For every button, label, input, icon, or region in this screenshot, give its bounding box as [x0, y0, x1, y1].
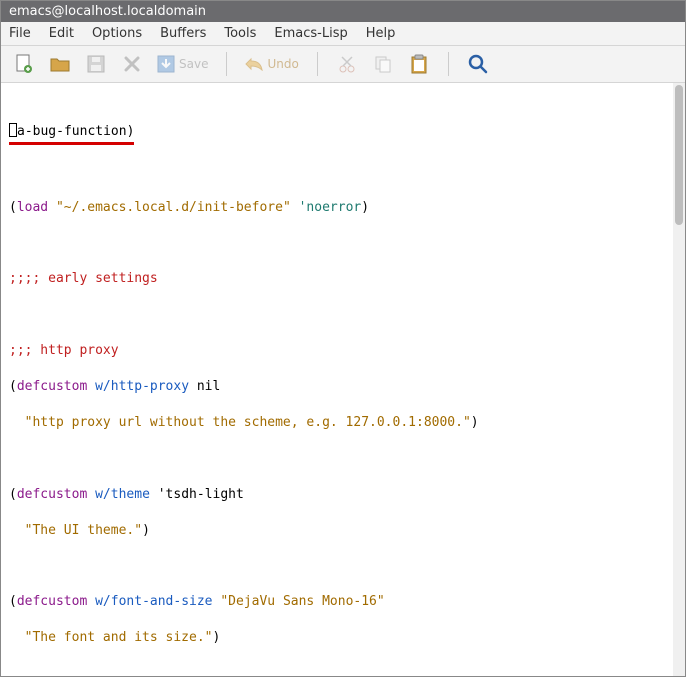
code-line: a-bug-function): [9, 123, 677, 145]
code-line: [9, 306, 677, 324]
code-line: (load "~/.emacs.local.d/init-before" 'no…: [9, 199, 677, 217]
undo-label: Undo: [267, 57, 298, 71]
code-line: "http proxy url without the scheme, e.g.…: [9, 414, 677, 432]
code-line: "The UI theme."): [9, 522, 677, 540]
copy-icon[interactable]: [372, 53, 394, 75]
code-line: [9, 557, 677, 575]
window-titlebar: emacs@localhost.localdomain: [1, 1, 685, 22]
code-line: [9, 235, 677, 253]
code-line: [9, 450, 677, 468]
cut-icon[interactable]: [336, 53, 358, 75]
new-file-icon[interactable]: [13, 53, 35, 75]
buffer-init-el[interactable]: a-bug-function) (load "~/.emacs.local.d/…: [1, 83, 685, 676]
save-button[interactable]: Save: [157, 53, 208, 75]
menu-edit[interactable]: Edit: [49, 26, 74, 41]
code-line: "The font and its size."): [9, 629, 677, 647]
menu-options[interactable]: Options: [92, 26, 142, 41]
window-title-text: emacs@localhost.localdomain: [9, 4, 206, 19]
paste-icon[interactable]: [408, 53, 430, 75]
toolbar-separator-2: [317, 52, 318, 76]
undo-button[interactable]: Undo: [245, 53, 298, 75]
code-line: ;;;; early settings: [9, 270, 677, 288]
code-line: (defcustom w/http-proxy nil: [9, 378, 677, 396]
menu-tools[interactable]: Tools: [224, 26, 256, 41]
code-line: [9, 163, 677, 181]
toolbar-separator: [226, 52, 227, 76]
menu-help[interactable]: Help: [366, 26, 396, 41]
toolbar-separator-3: [448, 52, 449, 76]
close-icon[interactable]: [121, 53, 143, 75]
code-line: (defcustom w/font-and-size "DejaVu Sans …: [9, 593, 677, 611]
save-label: Save: [179, 57, 208, 71]
scrollbar-upper[interactable]: [673, 83, 685, 676]
search-icon[interactable]: [467, 53, 489, 75]
menu-bar: File Edit Options Buffers Tools Emacs-Li…: [1, 22, 685, 46]
save-disk-icon[interactable]: [85, 53, 107, 75]
code-line: (defcustom w/theme 'tsdh-light: [9, 486, 677, 504]
tool-bar: Save Undo: [1, 46, 685, 83]
menu-file[interactable]: File: [9, 26, 31, 41]
menu-buffers[interactable]: Buffers: [160, 26, 206, 41]
open-folder-icon[interactable]: [49, 53, 71, 75]
scroll-thumb-upper[interactable]: [675, 85, 683, 225]
code-line: ;;; http proxy: [9, 342, 677, 360]
code-line: [9, 665, 677, 676]
menu-emacs-lisp[interactable]: Emacs-Lisp: [274, 26, 347, 41]
